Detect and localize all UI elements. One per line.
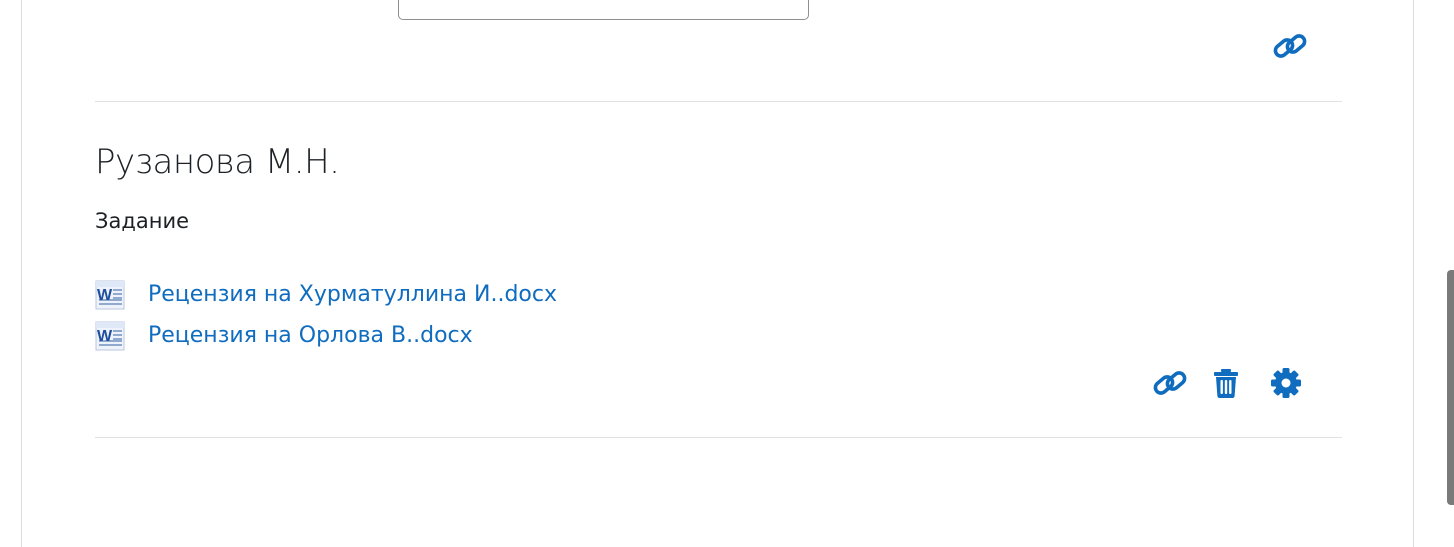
page: Рузанова М.Н. Задание W Рецензия на Хурм… [0, 0, 1454, 547]
svg-text:W: W [97, 328, 113, 345]
task-label: Задание [95, 209, 190, 233]
word-doc-icon: W [95, 280, 125, 310]
scrollbar-thumb[interactable] [1447, 270, 1454, 505]
file-link[interactable]: Рецензия на Хурматуллина И..docx [148, 277, 557, 313]
card-border-left [21, 0, 22, 547]
divider-bottom [95, 437, 1342, 438]
card-border-right [1413, 0, 1414, 547]
file-link[interactable]: Рецензия на Орлова В..docx [148, 318, 473, 354]
trash-icon [1214, 369, 1238, 398]
svg-text:W: W [97, 287, 113, 304]
delete-button[interactable] [1208, 365, 1244, 401]
link-icon [1273, 34, 1307, 58]
file-item[interactable]: W Рецензия на Хурматуллина И..docx [95, 277, 557, 313]
previous-entry-box[interactable] [398, 0, 809, 20]
permalink-button[interactable] [1152, 365, 1188, 401]
file-item[interactable]: W Рецензия на Орлова В..docx [95, 318, 473, 354]
word-doc-icon: W [95, 321, 125, 351]
divider-top [95, 101, 1342, 102]
gear-icon [1271, 368, 1301, 398]
link-icon [1153, 371, 1187, 395]
settings-button[interactable] [1268, 365, 1304, 401]
previous-permalink-button[interactable] [1272, 28, 1308, 64]
author-name: Рузанова М.Н. [95, 142, 340, 182]
